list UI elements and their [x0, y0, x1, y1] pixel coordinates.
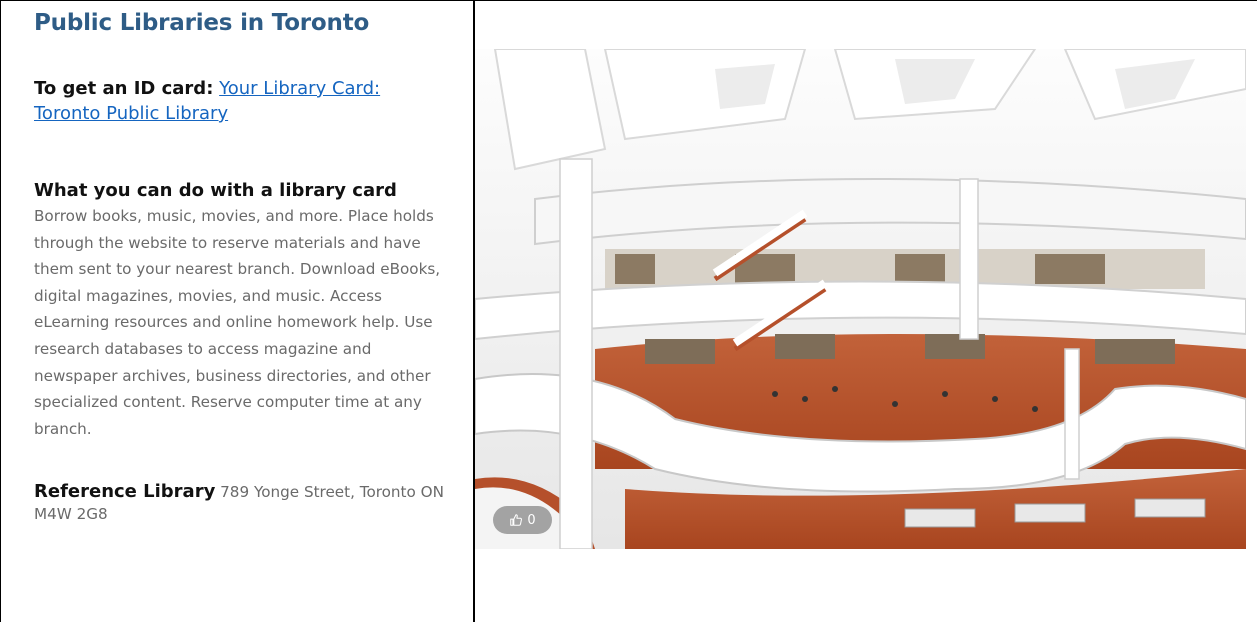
info-column: Public Libraries in Toronto To get an ID…	[34, 8, 454, 525]
like-button[interactable]: 0	[493, 506, 552, 534]
library-photo-illustration	[475, 49, 1246, 549]
thumbs-up-icon	[510, 514, 523, 526]
id-card-label: To get an ID card:	[34, 78, 214, 99]
library-card-heading: What you can do with a library card	[34, 180, 397, 201]
id-card-info: To get an ID card: Your Library Card: To…	[34, 76, 444, 126]
page-title: Public Libraries in Toronto	[34, 10, 370, 36]
library-card-description: Borrow books, music, movies, and more. P…	[34, 207, 441, 438]
like-count: 0	[527, 512, 536, 528]
reference-library-info: Reference Library 789 Yonge Street, Toro…	[34, 481, 446, 525]
reference-library-label: Reference Library	[34, 481, 216, 503]
library-interior-photo: 0	[475, 49, 1246, 549]
